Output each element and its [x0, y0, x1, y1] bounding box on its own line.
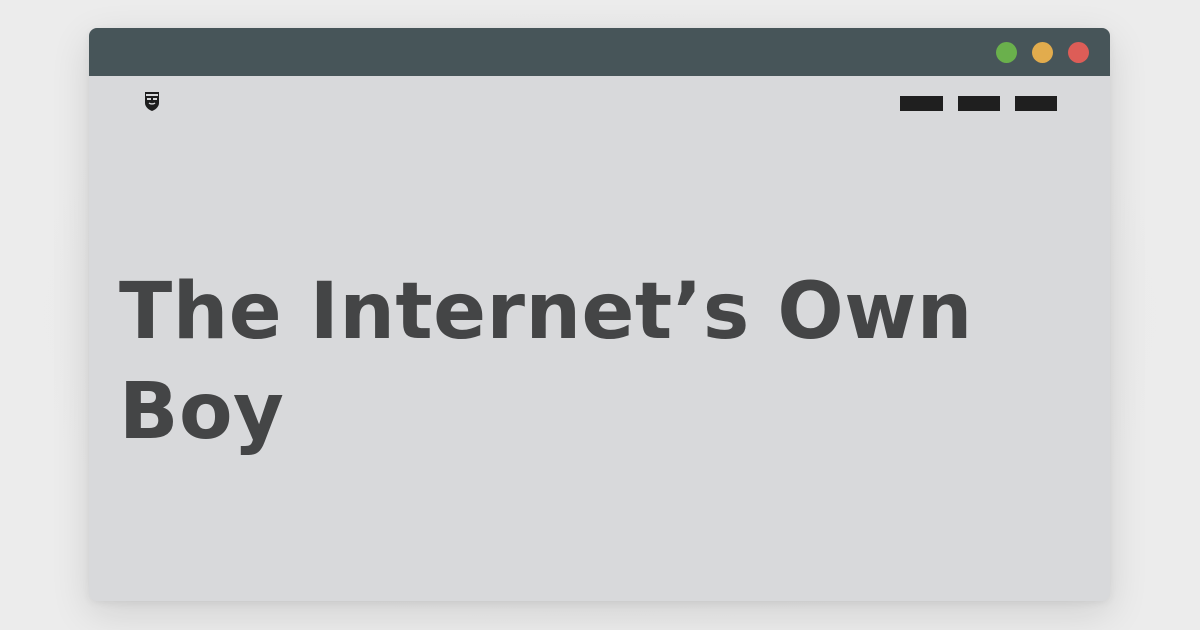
page-title: The Internet’s Own Boy	[119, 267, 973, 457]
page-content: The Internet’s Own Boy	[89, 76, 1110, 601]
browser-window: The Internet’s Own Boy	[89, 28, 1110, 601]
yellow-window-button[interactable]	[1032, 42, 1053, 63]
top-navigation	[900, 96, 1057, 111]
nav-item-1[interactable]	[900, 96, 943, 111]
page-background: The Internet’s Own Boy	[0, 0, 1200, 630]
nav-item-2[interactable]	[958, 96, 1000, 111]
red-window-button[interactable]	[1068, 42, 1089, 63]
window-titlebar	[89, 28, 1110, 76]
nav-item-3[interactable]	[1015, 96, 1057, 111]
site-logo-icon[interactable]	[144, 91, 160, 111]
green-window-button[interactable]	[996, 42, 1017, 63]
